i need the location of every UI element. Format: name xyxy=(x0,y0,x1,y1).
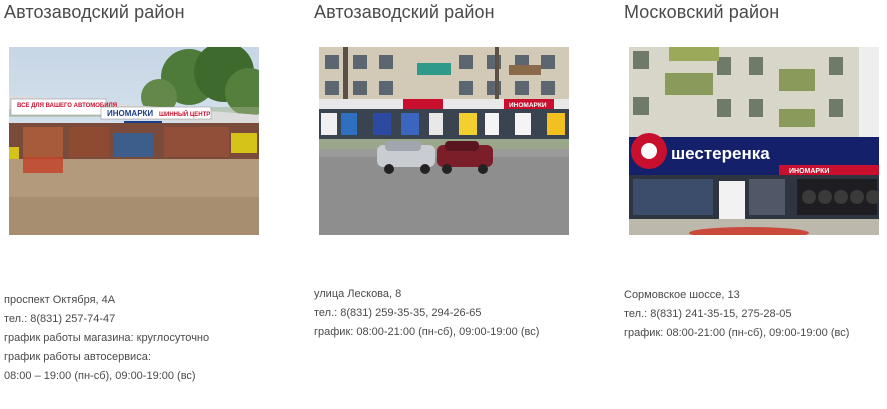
store-info: проспект Октября, 4А тел.: 8(831) 257-74… xyxy=(4,291,209,386)
store-info: Сормовское шоссе, 13 тел.: 8(831) 241-35… xyxy=(624,286,849,343)
district-title: Автозаводский район xyxy=(4,2,185,22)
sign-text: ШИННЫЙ ЦЕНТР xyxy=(159,110,210,118)
store-phone[interactable]: тел.: 8(831) 241-35-15, 275-28-05 xyxy=(624,305,849,324)
sign-text: ИНОМАРКИ xyxy=(509,102,547,109)
store-address: Сормовское шоссе, 13 xyxy=(624,289,740,301)
store-card: Автозаводский район xyxy=(4,0,274,382)
store-phone[interactable]: тел.: 8(831) 257-74-47 xyxy=(4,310,209,329)
store-photo[interactable]: ВСЕ ДЛЯ ВАШЕГО АВТОМОБИЛЯ ИНОМАРКИ ШИННЫ… xyxy=(9,47,259,235)
store-hours-line: график: 08:00-21:00 (пн-сб), 09:00-19:00… xyxy=(624,327,850,339)
sign-text: ИНОМАРКИ xyxy=(107,109,153,118)
store-hours-line: график работы автосервиса: xyxy=(4,351,151,363)
store-hours-line: график: 08:00-21:00 (пн-сб), 09:00-19:00… xyxy=(314,326,540,338)
district-title: Московский район xyxy=(624,2,780,22)
store-phone[interactable]: тел.: 8(831) 259-35-35, 294-26-65 xyxy=(314,304,539,323)
store-locations: Автозаводский район ВСЕ ДЛЯ ВАШЕГО АВТОМ… xyxy=(0,0,887,409)
store-info: улица Лескова, 8 тел.: 8(831) 259-35-35,… xyxy=(314,285,539,342)
store-card: Московский район шестеренка ИНОМАРКИ Сор… xyxy=(624,0,887,339)
sign-text: шестеренка xyxy=(671,144,770,163)
store-photo[interactable]: ИНОМАРКИ xyxy=(319,47,569,235)
store-address: улица Лескова, 8 xyxy=(314,288,402,300)
store-hours-line: 08:00 – 19:00 (пн-сб), 09:00-19:00 (вс) xyxy=(4,370,196,382)
store-photo[interactable]: шестеренка ИНОМАРКИ xyxy=(629,47,879,235)
district-title: Автозаводский район xyxy=(314,2,495,22)
store-card: Автозаводский район xyxy=(314,0,584,338)
store-address: проспект Октября, 4А xyxy=(4,294,116,306)
sign-text: ИНОМАРКИ xyxy=(789,168,829,175)
store-hours-line: график работы магазина: круглосуточно xyxy=(4,332,210,344)
